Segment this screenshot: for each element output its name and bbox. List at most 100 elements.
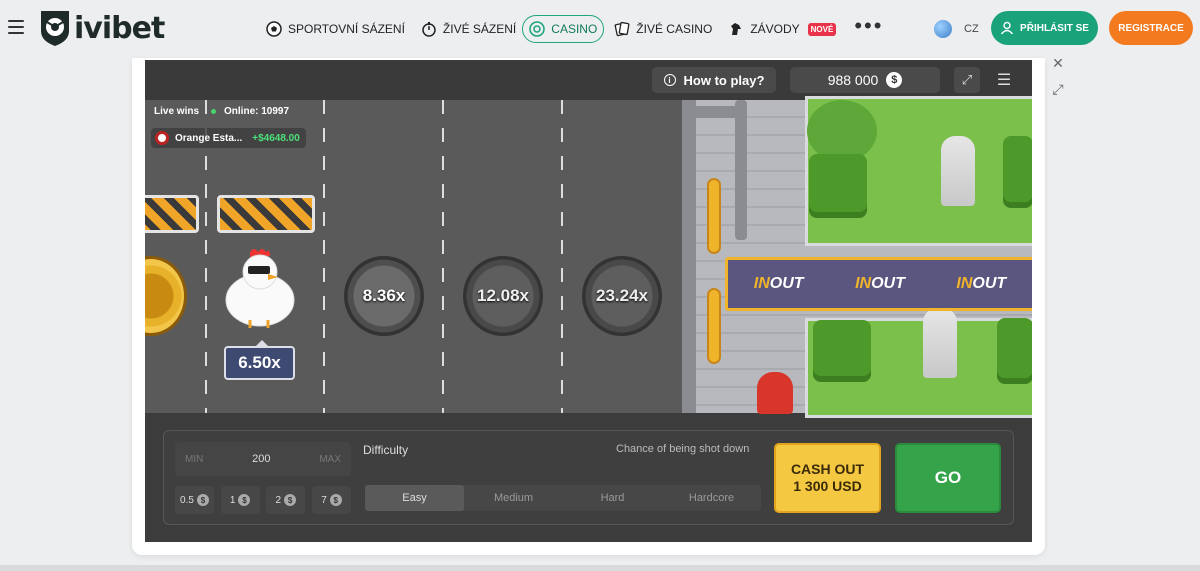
bet-value[interactable]: 200	[252, 453, 270, 465]
nav-live-casino[interactable]: ŽIVÉ CASINO	[614, 21, 712, 37]
more-menu-button[interactable]: •••	[854, 15, 883, 37]
chip-value: 2	[275, 494, 282, 506]
difficulty-medium[interactable]: Medium	[464, 485, 563, 511]
difficulty-easy[interactable]: Easy	[365, 485, 464, 511]
statue-icon	[941, 136, 975, 206]
info-icon: i	[663, 74, 676, 86]
multiplier-value: 12.08x	[477, 286, 529, 305]
soccer-ball-icon	[266, 21, 282, 37]
chip-value: 0.5	[180, 494, 194, 506]
game-toolbar: i How to play? 988 000 $ ⤢ ☰	[145, 60, 1032, 100]
how-to-play-button[interactable]: i How to play?	[652, 67, 776, 93]
banner-out: OUT	[769, 275, 804, 292]
difficulty-selector: Easy Medium Hard Hardcore	[365, 485, 761, 511]
site-logo[interactable]: ivibet	[38, 9, 165, 47]
bet-amount-field[interactable]: MIN 200 MAX	[175, 442, 351, 476]
live-wins-header: Live wins Online: 10997	[154, 106, 289, 117]
menu-icon[interactable]: ☰	[991, 67, 1017, 93]
globe-icon	[934, 20, 952, 38]
difficulty-label: Difficulty	[363, 443, 409, 457]
inout-banner: INOUT INOUT INOUT	[725, 257, 1032, 311]
register-label: REGISTRACE	[1118, 22, 1184, 34]
close-icon[interactable]: ✕	[1045, 50, 1071, 76]
fire-hydrant-icon	[757, 372, 793, 414]
lane-divider	[561, 100, 563, 413]
language-selector[interactable]: CZ	[934, 20, 979, 38]
min-button[interactable]: MIN	[185, 454, 203, 465]
stopwatch-icon	[422, 22, 436, 37]
shield-logo-icon	[41, 11, 69, 46]
nav-sports-betting[interactable]: SPORTOVNÍ SÁZENÍ	[266, 21, 405, 37]
nav-label: ZÁVODY	[750, 22, 800, 36]
dollar-coin-icon: $	[329, 494, 342, 506]
chance-label: Chance of being shot down	[616, 443, 750, 455]
bet-amount-box: MIN 200 MAX 0.5 $ 1 $ 2 $ 7 $	[175, 442, 351, 517]
login-label: PŘIHLÁSIT SE	[1020, 22, 1089, 34]
banner-logo: INOUT	[855, 275, 905, 293]
cash-out-button[interactable]: CASH OUT 1 300 USD	[774, 443, 881, 513]
nav-casino[interactable]: CASINO	[522, 15, 605, 43]
banner-logo: INOUT	[956, 275, 1006, 293]
bet-controls-panel: MIN 200 MAX 0.5 $ 1 $ 2 $ 7 $ Difficulty Cha…	[163, 430, 1014, 525]
fullscreen-icon[interactable]: ⤢	[954, 67, 980, 93]
cards-icon	[614, 21, 630, 37]
chip-value: 1	[229, 494, 236, 506]
lane-divider	[442, 100, 444, 413]
multiplier-manhole[interactable]: 23.24x	[582, 256, 662, 336]
login-button[interactable]: PŘIHLÁSIT SE	[991, 11, 1098, 45]
cash-out-amount: 1 300 USD	[793, 478, 862, 494]
lamp-pole	[735, 100, 747, 240]
live-wins-label: Live wins	[154, 106, 200, 117]
dollar-coin-icon: $	[238, 494, 251, 506]
tree-icon	[807, 100, 877, 162]
balance-display: 988 000 $	[790, 67, 940, 93]
chip-button[interactable]: 1 $	[220, 486, 260, 514]
road-barrier	[217, 195, 315, 233]
top-navigation-bar: ivibet SPORTOVNÍ SÁZENÍ ŽIVÉ SÁZENÍ CASI…	[0, 0, 1200, 58]
banner-in: IN	[753, 275, 770, 292]
register-button[interactable]: REGISTRACE	[1109, 11, 1193, 45]
rope-post	[707, 178, 721, 254]
chip-button[interactable]: 7 $	[311, 486, 351, 514]
nav-label: CASINO	[551, 22, 598, 36]
banner-out: OUT	[871, 275, 905, 292]
banner-in: IN	[855, 275, 872, 292]
max-button[interactable]: MAX	[319, 454, 341, 465]
live-win-row: Orange Esta... +$4648.00	[151, 128, 306, 148]
bush-icon	[809, 154, 867, 218]
dollar-coin-icon: $	[886, 72, 903, 88]
bush-icon	[997, 318, 1032, 384]
winner-name: Orange Esta...	[175, 132, 243, 144]
rope-post	[707, 288, 721, 364]
page-bottom-edge	[0, 565, 1200, 571]
chip-button[interactable]: 2 $	[266, 486, 306, 514]
banner-logo: INOUT	[754, 275, 804, 293]
flag-icon	[155, 131, 169, 145]
lane-divider	[323, 100, 325, 413]
nav-label: ŽIVÉ CASINO	[636, 22, 713, 36]
chip-button[interactable]: 0.5 $	[175, 486, 214, 514]
language-code: CZ	[964, 23, 979, 35]
nav-live-betting[interactable]: ŽIVÉ SÁZENÍ	[421, 21, 516, 37]
user-icon	[1000, 21, 1014, 35]
multiplier-manhole[interactable]: 12.08x	[463, 256, 543, 336]
new-badge: NOVÉ	[807, 22, 837, 36]
statue-icon	[923, 308, 957, 378]
nav-races[interactable]: ZÁVODY NOVÉ	[728, 21, 837, 37]
go-button[interactable]: GO	[895, 443, 1001, 513]
hamburger-menu-icon[interactable]	[8, 20, 24, 34]
nav-label: SPORTOVNÍ SÁZENÍ	[288, 22, 405, 36]
current-multiplier-badge: 6.50x	[224, 340, 295, 380]
road-barrier	[145, 195, 199, 233]
main-nav: SPORTOVNÍ SÁZENÍ ŽIVÉ SÁZENÍ CASINO ŽIVÉ…	[266, 14, 883, 44]
difficulty-hard[interactable]: Hard	[563, 485, 662, 511]
bush-icon	[1003, 136, 1032, 208]
multiplier-value: 8.36x	[362, 286, 406, 305]
chicken-character-icon	[225, 249, 295, 328]
casino-chip-icon	[529, 21, 546, 37]
chip-value: 7	[321, 494, 327, 506]
expand-icon[interactable]: ⤢	[1045, 76, 1071, 102]
multiplier-manhole[interactable]: 8.36x	[344, 256, 424, 336]
banner-in: IN	[956, 275, 973, 292]
difficulty-hardcore[interactable]: Hardcore	[662, 485, 761, 511]
